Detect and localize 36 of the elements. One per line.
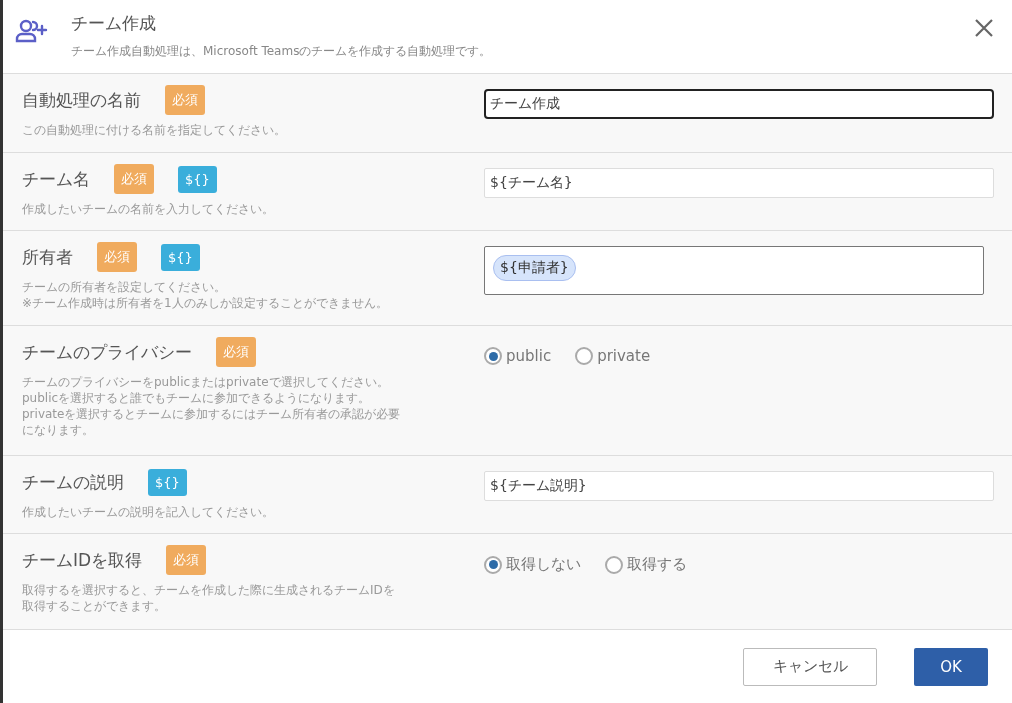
- required-badge: 必須: [166, 545, 207, 575]
- radio-label[interactable]: 取得する: [627, 555, 687, 574]
- field-label: 所有者: [22, 245, 73, 269]
- required-badge: 必須: [114, 164, 154, 194]
- radio-button[interactable]: [605, 555, 623, 574]
- required-badge: 必須: [97, 242, 137, 272]
- text-input[interactable]: チーム作成: [484, 89, 994, 119]
- text-input[interactable]: ${チーム名}: [484, 168, 994, 198]
- close-icon[interactable]: [974, 18, 994, 38]
- radio-button[interactable]: [575, 347, 594, 365]
- radio-label[interactable]: 取得しない: [506, 555, 581, 574]
- variable-chip[interactable]: ${申請者}: [493, 255, 576, 281]
- add-user-icon: [15, 18, 49, 44]
- required-badge: 必須: [216, 337, 256, 367]
- field-label: チームの説明: [22, 470, 124, 494]
- radio-label[interactable]: public: [506, 347, 552, 365]
- field-label: 自動処理の名前: [22, 88, 141, 112]
- field-description: チームのプライバシーをpublicまたはprivateで選択してください。 publicを選択すると誰でもチームに参加できるようになります。 privateを選択するとチームに参加するにはチーム所有者の承認が必要 になります。: [22, 374, 402, 438]
- radio-button[interactable]: [484, 555, 502, 574]
- field-label: チームのプライバシー: [22, 340, 192, 364]
- field-description: チームの所有者を設定してください。 ※チーム作成時は所有者を1人のみしか設定することができません。: [22, 279, 389, 311]
- radio-label[interactable]: private: [597, 347, 651, 365]
- owner-input[interactable]: ${申請者}: [484, 246, 984, 295]
- dialog-subtitle: チーム作成自動処理は、Microsoft Teamsのチームを作成する自動処理です。: [71, 43, 493, 60]
- radio-button[interactable]: [484, 347, 502, 365]
- field-description: 作成したいチームの説明を記入してください。: [22, 504, 275, 520]
- field-label: チームIDを取得: [22, 548, 143, 572]
- field-description: 作成したいチームの名前を入力してください。: [22, 201, 275, 217]
- field-description: この自動処理に付ける名前を指定してください。: [22, 122, 287, 138]
- cancel-button[interactable]: キャンセル: [743, 647, 877, 686]
- ok-button[interactable]: OK: [914, 647, 988, 686]
- field-label: チーム名: [22, 167, 90, 191]
- text-input[interactable]: ${チーム説明}: [484, 471, 994, 501]
- dialog-title: チーム作成: [71, 12, 157, 35]
- required-badge: 必須: [165, 85, 205, 115]
- field-description: 取得するを選択すると、チームを作成した際に生成されるチームIDを 取得することができます。: [22, 582, 396, 614]
